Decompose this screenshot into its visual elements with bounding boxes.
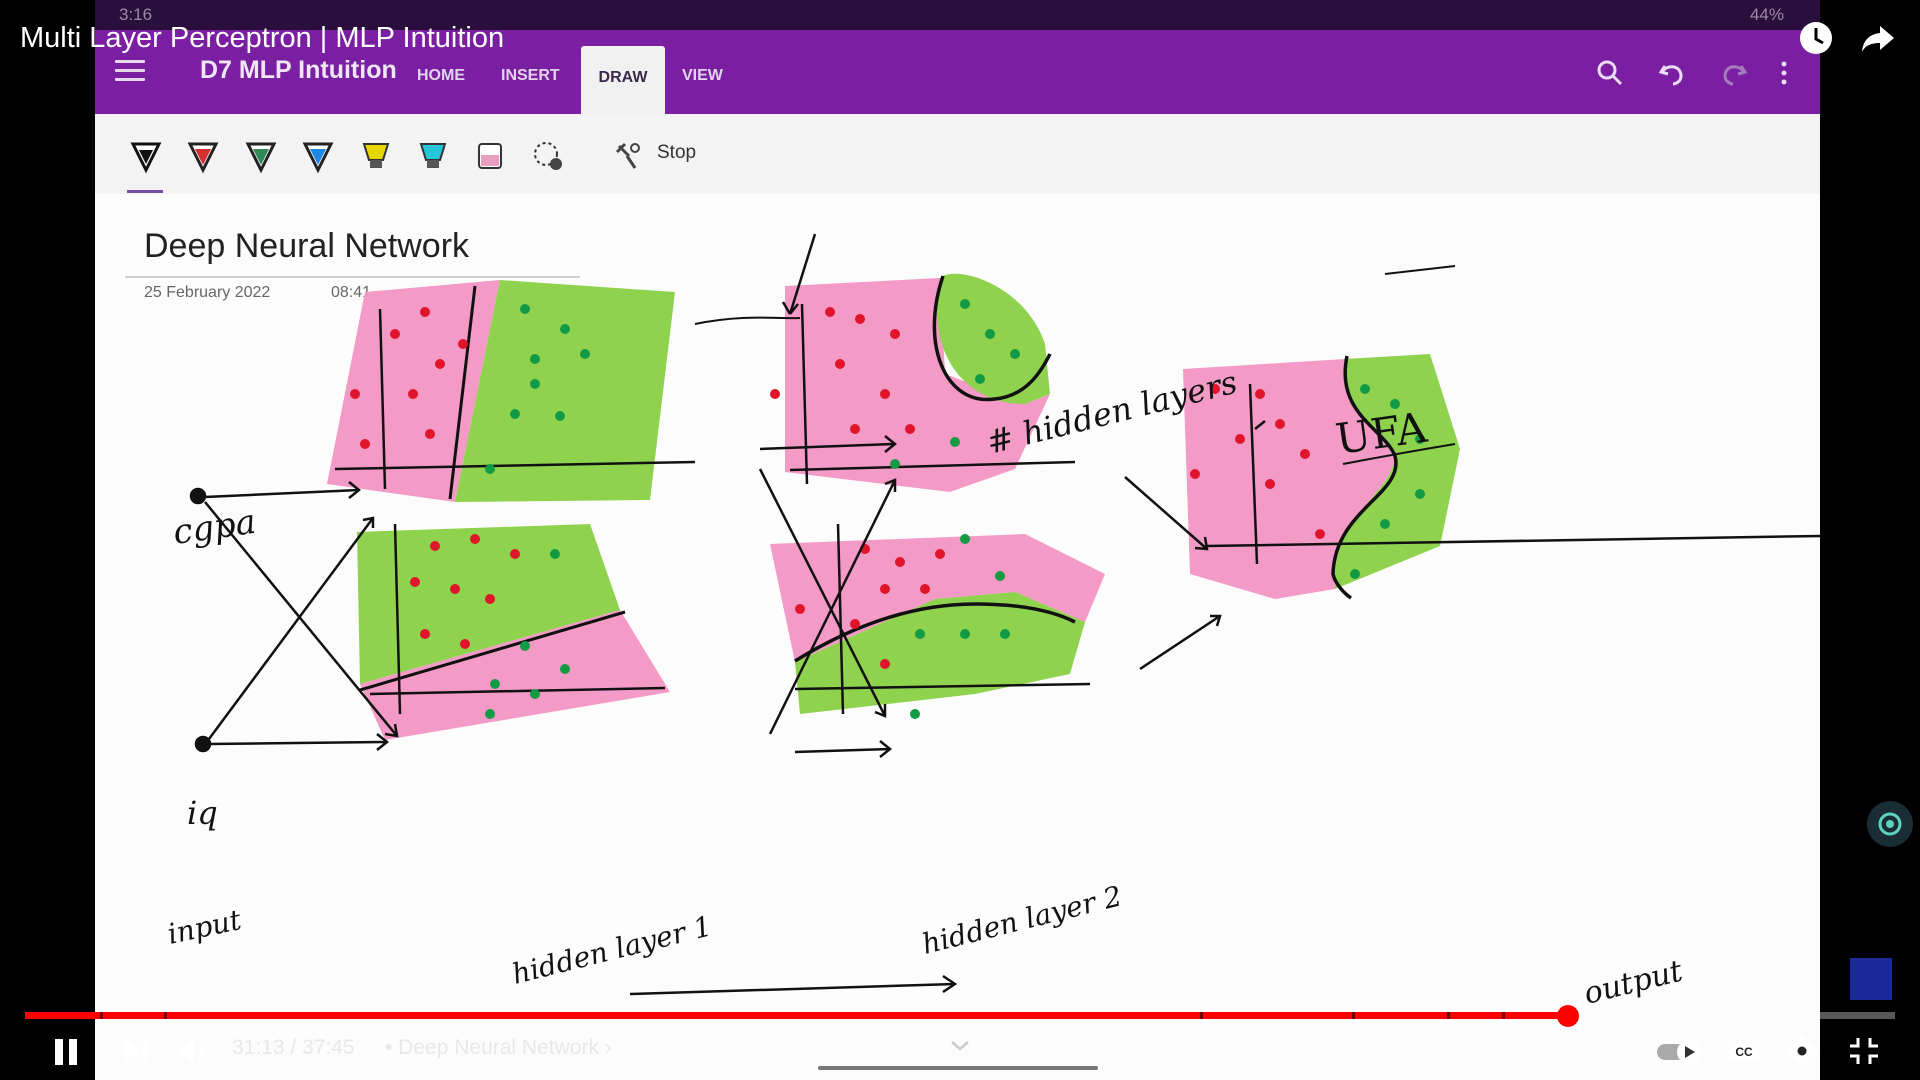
search-icon — [1597, 60, 1623, 86]
pen-black-icon — [130, 142, 162, 174]
pause-icon[interactable] — [46, 1032, 86, 1070]
notebook-title: D7 MLP Intuition — [200, 56, 397, 84]
label-iq: iq — [187, 794, 218, 832]
video-title[interactable]: Multi Layer Perceptron | MLP Intuition — [20, 22, 504, 55]
sketch-output — [1183, 354, 1820, 600]
channel-watermark[interactable] — [1850, 958, 1892, 1000]
sketch-h2-bottom — [770, 523, 1105, 719]
next-video-icon[interactable] — [116, 1032, 156, 1070]
embedded-video-frame: 3:16 44% D7 MLP Intuition HOME INSERT DR… — [95, 0, 1820, 1080]
redo-icon — [1723, 65, 1748, 86]
svg-text:CC: CC — [1735, 1045, 1753, 1059]
tab-home: HOME — [417, 67, 465, 84]
input-node-cgpa — [189, 487, 207, 505]
more-options-icon — [1781, 61, 1787, 85]
watch-later-icon[interactable] — [1796, 18, 1836, 58]
chapter-title[interactable]: • Deep Neural Network › — [385, 1036, 612, 1060]
ai-assistant-icon[interactable] — [1866, 800, 1914, 848]
chapter-marker — [1200, 1012, 1203, 1019]
highlighter-cyan-icon — [419, 143, 447, 168]
captions-icon[interactable]: CC — [1724, 1032, 1764, 1070]
pen-red-icon — [187, 142, 219, 174]
sketch-h2-top — [770, 273, 1076, 492]
neural-network-sketch: cgpa iq input hidden layer 1 hidden laye… — [165, 233, 1820, 1012]
tab-draw: DRAW — [581, 46, 665, 114]
highlighter-pink-icon — [478, 143, 502, 169]
label-hidden-layer-2: hidden layer 2 — [919, 879, 1125, 960]
sketch-h1-bottom — [357, 523, 670, 740]
sketch-h1-top — [327, 280, 696, 502]
chapter-marker — [1352, 1012, 1355, 1019]
exit-fullscreen-icon[interactable] — [1844, 1032, 1884, 1070]
time-display: 31:13 / 37:45 — [232, 1036, 355, 1059]
label-output: output — [1580, 953, 1686, 1011]
lasso-select-icon — [534, 142, 562, 170]
stop-label: Stop — [657, 142, 697, 163]
status-battery: 44% — [1749, 5, 1784, 24]
label-cgpa: cgpa — [171, 502, 259, 553]
label-hidden-layer-1: hidden layer 1 — [509, 909, 715, 990]
panel-drag-handle[interactable] — [818, 1066, 1098, 1070]
player-controls: 31:13 / 37:45 • Deep Neural Network › CC — [0, 1020, 1920, 1080]
chapter-marker — [164, 1012, 167, 1019]
input-node-iq — [194, 735, 212, 753]
chapter-marker — [100, 1012, 103, 1019]
undo-icon — [1658, 65, 1683, 86]
share-icon[interactable] — [1858, 18, 1898, 58]
chevron-down-icon[interactable] — [940, 1030, 980, 1068]
tab-view: VIEW — [682, 67, 723, 84]
draw-toolbar: Stop — [95, 114, 1820, 195]
label-input: input — [165, 903, 245, 951]
settings-gear-icon[interactable] — [1782, 1032, 1822, 1070]
volume-icon[interactable] — [174, 1032, 214, 1070]
stop-ink-icon — [615, 142, 640, 169]
sketch-connections — [189, 233, 1266, 996]
progress-played — [25, 1012, 1568, 1019]
chapter-marker — [1502, 1012, 1505, 1019]
selected-pen-indicator — [127, 190, 163, 193]
chapter-marker — [1447, 1012, 1450, 1019]
hamburger-menu-icon — [115, 60, 145, 82]
pen-blue-icon — [302, 142, 334, 174]
autoplay-toggle-icon[interactable] — [1654, 1032, 1708, 1070]
note-canvas: Deep Neural Network 25 February 2022 08:… — [95, 194, 1820, 1080]
tab-insert: INSERT — [501, 67, 560, 84]
highlighter-yellow-icon — [362, 143, 390, 168]
pen-green-icon — [245, 142, 277, 174]
